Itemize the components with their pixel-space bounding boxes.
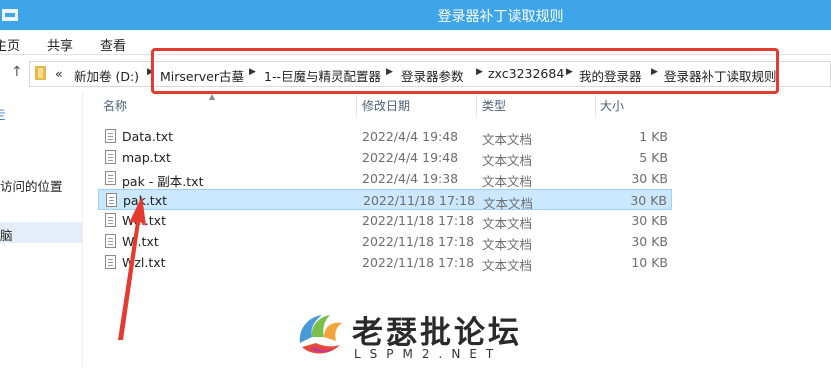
logo-icon	[294, 310, 346, 362]
watermark-logo: 老瑟批论坛 LSPM2.NET	[288, 303, 558, 367]
watermark-title: 老瑟批论坛	[352, 315, 522, 351]
watermark-url: LSPM2.NET	[354, 347, 503, 361]
